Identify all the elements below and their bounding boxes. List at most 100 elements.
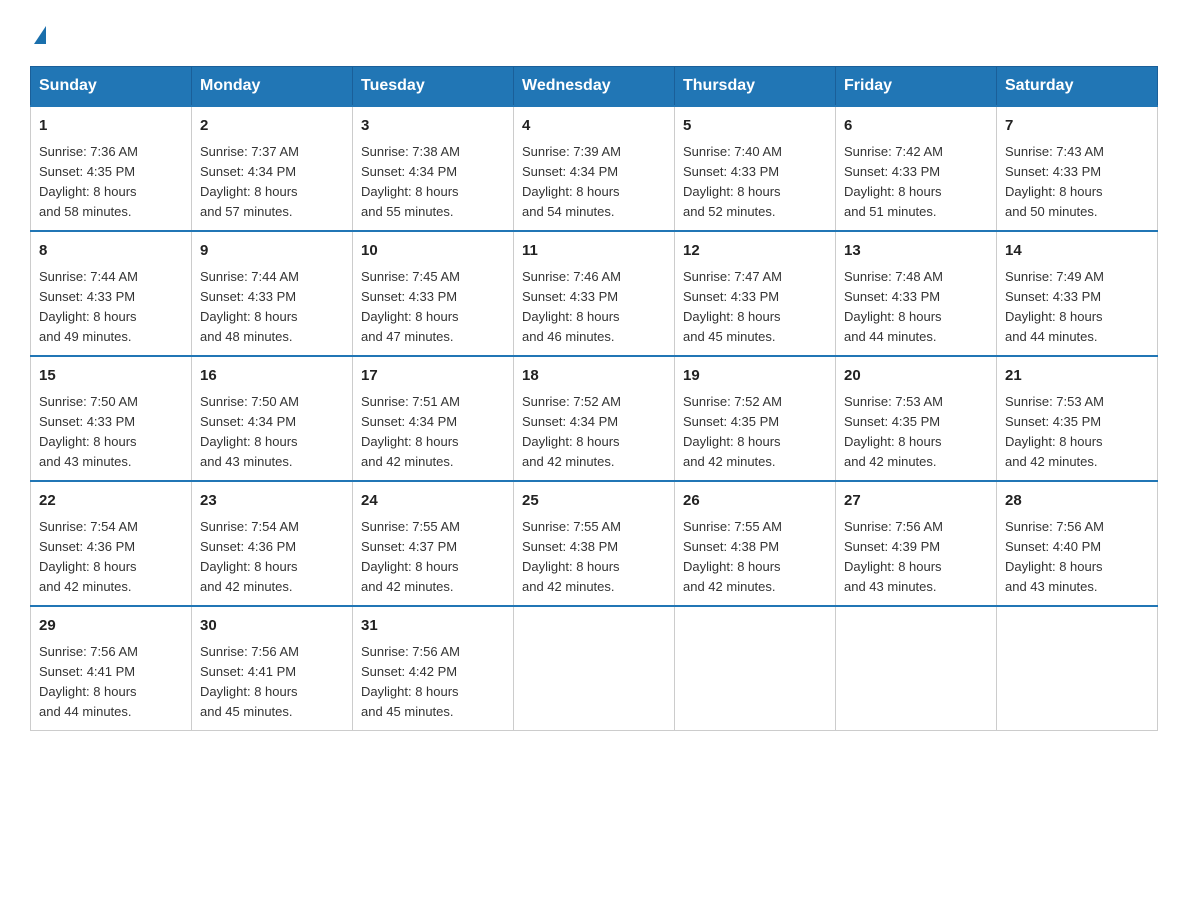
- day-info: Sunrise: 7:56 AMSunset: 4:41 PMDaylight:…: [39, 644, 138, 719]
- day-info: Sunrise: 7:52 AMSunset: 4:34 PMDaylight:…: [522, 394, 621, 469]
- calendar-cell: 12 Sunrise: 7:47 AMSunset: 4:33 PMDaylig…: [675, 231, 836, 356]
- day-info: Sunrise: 7:38 AMSunset: 4:34 PMDaylight:…: [361, 144, 460, 219]
- header-tuesday: Tuesday: [353, 67, 514, 107]
- day-info: Sunrise: 7:47 AMSunset: 4:33 PMDaylight:…: [683, 269, 782, 344]
- day-info: Sunrise: 7:53 AMSunset: 4:35 PMDaylight:…: [844, 394, 943, 469]
- day-number: 10: [361, 240, 505, 263]
- day-info: Sunrise: 7:50 AMSunset: 4:34 PMDaylight:…: [200, 394, 299, 469]
- day-info: Sunrise: 7:50 AMSunset: 4:33 PMDaylight:…: [39, 394, 138, 469]
- day-info: Sunrise: 7:56 AMSunset: 4:40 PMDaylight:…: [1005, 519, 1104, 594]
- calendar-cell: 30 Sunrise: 7:56 AMSunset: 4:41 PMDaylig…: [192, 606, 353, 731]
- day-number: 29: [39, 615, 183, 638]
- calendar-table: SundayMondayTuesdayWednesdayThursdayFrid…: [30, 66, 1158, 731]
- calendar-cell: 17 Sunrise: 7:51 AMSunset: 4:34 PMDaylig…: [353, 356, 514, 481]
- day-info: Sunrise: 7:36 AMSunset: 4:35 PMDaylight:…: [39, 144, 138, 219]
- calendar-cell: 6 Sunrise: 7:42 AMSunset: 4:33 PMDayligh…: [836, 106, 997, 231]
- day-number: 17: [361, 365, 505, 388]
- day-number: 23: [200, 490, 344, 513]
- day-number: 13: [844, 240, 988, 263]
- day-number: 7: [1005, 115, 1149, 138]
- calendar-cell: 24 Sunrise: 7:55 AMSunset: 4:37 PMDaylig…: [353, 481, 514, 606]
- day-info: Sunrise: 7:49 AMSunset: 4:33 PMDaylight:…: [1005, 269, 1104, 344]
- day-info: Sunrise: 7:54 AMSunset: 4:36 PMDaylight:…: [200, 519, 299, 594]
- calendar-cell: 19 Sunrise: 7:52 AMSunset: 4:35 PMDaylig…: [675, 356, 836, 481]
- day-info: Sunrise: 7:56 AMSunset: 4:41 PMDaylight:…: [200, 644, 299, 719]
- header-monday: Monday: [192, 67, 353, 107]
- calendar-cell: 11 Sunrise: 7:46 AMSunset: 4:33 PMDaylig…: [514, 231, 675, 356]
- calendar-week-row: 22 Sunrise: 7:54 AMSunset: 4:36 PMDaylig…: [31, 481, 1158, 606]
- day-info: Sunrise: 7:39 AMSunset: 4:34 PMDaylight:…: [522, 144, 621, 219]
- day-number: 21: [1005, 365, 1149, 388]
- day-number: 8: [39, 240, 183, 263]
- header-wednesday: Wednesday: [514, 67, 675, 107]
- calendar-cell: 4 Sunrise: 7:39 AMSunset: 4:34 PMDayligh…: [514, 106, 675, 231]
- day-info: Sunrise: 7:55 AMSunset: 4:38 PMDaylight:…: [522, 519, 621, 594]
- day-number: 15: [39, 365, 183, 388]
- calendar-cell: 31 Sunrise: 7:56 AMSunset: 4:42 PMDaylig…: [353, 606, 514, 731]
- calendar-cell: 15 Sunrise: 7:50 AMSunset: 4:33 PMDaylig…: [31, 356, 192, 481]
- day-number: 20: [844, 365, 988, 388]
- day-info: Sunrise: 7:54 AMSunset: 4:36 PMDaylight:…: [39, 519, 138, 594]
- day-number: 6: [844, 115, 988, 138]
- calendar-cell: 28 Sunrise: 7:56 AMSunset: 4:40 PMDaylig…: [997, 481, 1158, 606]
- calendar-cell: 16 Sunrise: 7:50 AMSunset: 4:34 PMDaylig…: [192, 356, 353, 481]
- calendar-cell: 23 Sunrise: 7:54 AMSunset: 4:36 PMDaylig…: [192, 481, 353, 606]
- day-number: 12: [683, 240, 827, 263]
- header-saturday: Saturday: [997, 67, 1158, 107]
- day-info: Sunrise: 7:45 AMSunset: 4:33 PMDaylight:…: [361, 269, 460, 344]
- logo-general-row: [30, 20, 46, 48]
- page-header: [30, 20, 1158, 48]
- calendar-cell: 13 Sunrise: 7:48 AMSunset: 4:33 PMDaylig…: [836, 231, 997, 356]
- calendar-cell: 22 Sunrise: 7:54 AMSunset: 4:36 PMDaylig…: [31, 481, 192, 606]
- day-info: Sunrise: 7:48 AMSunset: 4:33 PMDaylight:…: [844, 269, 943, 344]
- calendar-cell: [514, 606, 675, 731]
- day-info: Sunrise: 7:51 AMSunset: 4:34 PMDaylight:…: [361, 394, 460, 469]
- day-info: Sunrise: 7:43 AMSunset: 4:33 PMDaylight:…: [1005, 144, 1104, 219]
- day-number: 27: [844, 490, 988, 513]
- calendar-cell: 3 Sunrise: 7:38 AMSunset: 4:34 PMDayligh…: [353, 106, 514, 231]
- day-number: 2: [200, 115, 344, 138]
- calendar-cell: 26 Sunrise: 7:55 AMSunset: 4:38 PMDaylig…: [675, 481, 836, 606]
- day-info: Sunrise: 7:40 AMSunset: 4:33 PMDaylight:…: [683, 144, 782, 219]
- day-number: 14: [1005, 240, 1149, 263]
- day-number: 3: [361, 115, 505, 138]
- calendar-cell: 8 Sunrise: 7:44 AMSunset: 4:33 PMDayligh…: [31, 231, 192, 356]
- day-number: 24: [361, 490, 505, 513]
- calendar-week-row: 8 Sunrise: 7:44 AMSunset: 4:33 PMDayligh…: [31, 231, 1158, 356]
- calendar-cell: 14 Sunrise: 7:49 AMSunset: 4:33 PMDaylig…: [997, 231, 1158, 356]
- day-number: 9: [200, 240, 344, 263]
- day-number: 4: [522, 115, 666, 138]
- day-info: Sunrise: 7:44 AMSunset: 4:33 PMDaylight:…: [39, 269, 138, 344]
- calendar-header-row: SundayMondayTuesdayWednesdayThursdayFrid…: [31, 67, 1158, 107]
- day-info: Sunrise: 7:56 AMSunset: 4:42 PMDaylight:…: [361, 644, 460, 719]
- calendar-cell: 7 Sunrise: 7:43 AMSunset: 4:33 PMDayligh…: [997, 106, 1158, 231]
- day-info: Sunrise: 7:46 AMSunset: 4:33 PMDaylight:…: [522, 269, 621, 344]
- day-number: 30: [200, 615, 344, 638]
- day-number: 25: [522, 490, 666, 513]
- day-number: 31: [361, 615, 505, 638]
- calendar-cell: 9 Sunrise: 7:44 AMSunset: 4:33 PMDayligh…: [192, 231, 353, 356]
- day-info: Sunrise: 7:53 AMSunset: 4:35 PMDaylight:…: [1005, 394, 1104, 469]
- day-info: Sunrise: 7:52 AMSunset: 4:35 PMDaylight:…: [683, 394, 782, 469]
- day-number: 5: [683, 115, 827, 138]
- calendar-cell: 10 Sunrise: 7:45 AMSunset: 4:33 PMDaylig…: [353, 231, 514, 356]
- calendar-cell: 2 Sunrise: 7:37 AMSunset: 4:34 PMDayligh…: [192, 106, 353, 231]
- calendar-cell: 1 Sunrise: 7:36 AMSunset: 4:35 PMDayligh…: [31, 106, 192, 231]
- calendar-cell: 21 Sunrise: 7:53 AMSunset: 4:35 PMDaylig…: [997, 356, 1158, 481]
- logo-arrow-icon: [34, 26, 46, 44]
- header-friday: Friday: [836, 67, 997, 107]
- logo: [30, 20, 46, 48]
- calendar-cell: 20 Sunrise: 7:53 AMSunset: 4:35 PMDaylig…: [836, 356, 997, 481]
- calendar-cell: [836, 606, 997, 731]
- day-info: Sunrise: 7:55 AMSunset: 4:38 PMDaylight:…: [683, 519, 782, 594]
- day-info: Sunrise: 7:44 AMSunset: 4:33 PMDaylight:…: [200, 269, 299, 344]
- day-number: 28: [1005, 490, 1149, 513]
- day-number: 11: [522, 240, 666, 263]
- calendar-cell: 29 Sunrise: 7:56 AMSunset: 4:41 PMDaylig…: [31, 606, 192, 731]
- calendar-cell: 5 Sunrise: 7:40 AMSunset: 4:33 PMDayligh…: [675, 106, 836, 231]
- calendar-week-row: 29 Sunrise: 7:56 AMSunset: 4:41 PMDaylig…: [31, 606, 1158, 731]
- day-number: 22: [39, 490, 183, 513]
- header-sunday: Sunday: [31, 67, 192, 107]
- calendar-week-row: 1 Sunrise: 7:36 AMSunset: 4:35 PMDayligh…: [31, 106, 1158, 231]
- day-info: Sunrise: 7:37 AMSunset: 4:34 PMDaylight:…: [200, 144, 299, 219]
